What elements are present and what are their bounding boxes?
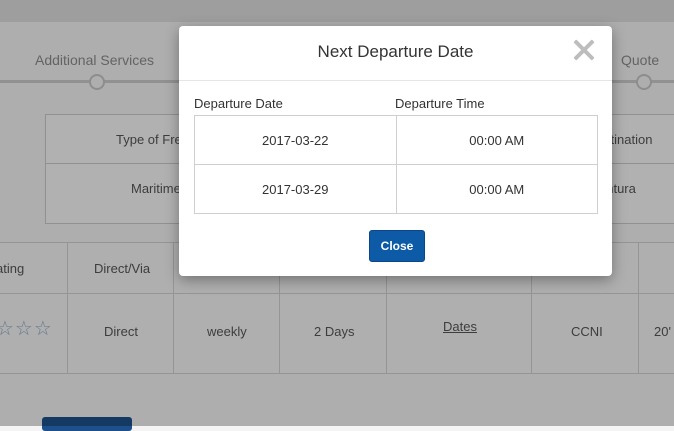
table-row: 2017-03-29 00:00 AM	[194, 164, 598, 214]
departures-table: 2017-03-22 00:00 AM 2017-03-29 00:00 AM	[194, 115, 598, 214]
departure-date-cell: 2017-03-22	[194, 115, 397, 165]
close-button[interactable]: Close	[369, 230, 425, 262]
table-row: 2017-03-22 00:00 AM	[194, 115, 598, 165]
modal-title: Next Departure Date	[317, 42, 474, 61]
close-icon[interactable]	[568, 34, 598, 66]
departure-date-cell: 2017-03-29	[194, 164, 397, 214]
modal-header: Next Departure Date	[179, 26, 612, 81]
departure-time-cell: 00:00 AM	[395, 164, 598, 214]
departure-time-cell: 00:00 AM	[395, 115, 598, 165]
column-header-departure-date: Departure Date	[194, 96, 283, 111]
column-header-departure-time: Departure Time	[395, 96, 485, 111]
next-departure-modal: Next Departure Date Departure Date Depar…	[179, 26, 612, 276]
